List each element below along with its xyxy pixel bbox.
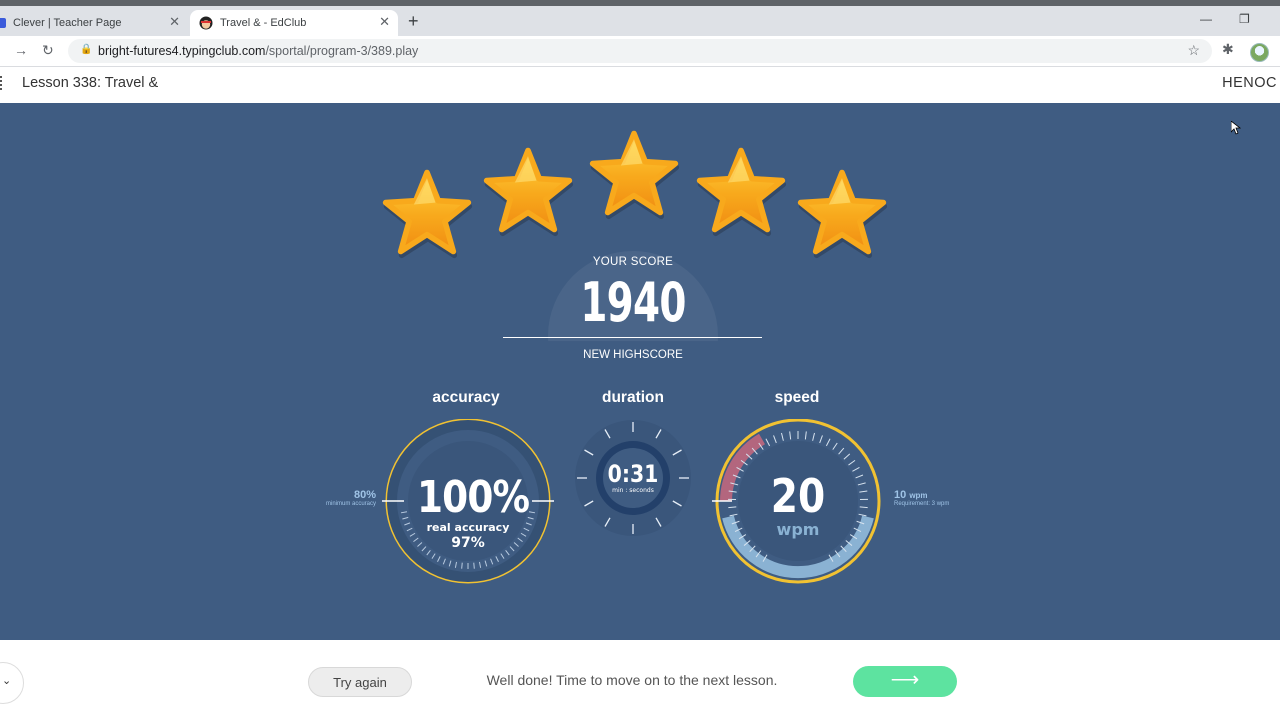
tab-title: Travel & - EdClub [220,17,307,29]
tab-edclub[interactable]: Travel & - EdClub ✕ [190,10,398,36]
score-value: 1940 [580,271,686,334]
tab-bar: Clever | Teacher Page ✕ Travel & - EdClu… [0,6,1280,36]
star-icon [380,165,474,259]
arrow-right-icon: ⟶ [890,669,920,691]
footer-bar: ⌄ Try again Well done! Time to move on t… [0,640,1280,720]
address-row: → ↻ 🔒 bright-futures4.typingclub.com/spo… [0,36,1280,67]
mouse-cursor-icon [1231,121,1241,135]
speed-requirement: 10 wpm Requirement: 3 wpm [894,489,950,507]
try-again-button[interactable]: Try again [308,667,412,697]
results-panel: YOUR SCORE 1940 NEW HIGHSCORE accuracy 1… [0,103,1280,640]
new-highscore-label: NEW HIGHSCORE [583,349,683,361]
tab-clever[interactable]: Clever | Teacher Page ✕ [0,10,188,36]
speed-unit: wpm [776,520,820,539]
reload-icon[interactable]: ↻ [42,42,54,59]
duration-value: 0:31 [607,460,659,488]
duration-title: duration [602,389,664,406]
score-divider [503,337,762,338]
minimize-icon[interactable]: — [1200,12,1212,26]
speed-title: speed [774,389,820,406]
clever-favicon-icon [0,18,6,28]
collapse-button[interactable]: ⌄ [0,662,24,704]
close-tab-icon[interactable]: ✕ [169,14,180,30]
duration-unit: min : seconds [612,487,654,494]
min-accuracy: 80% minimum accuracy [325,489,376,507]
edclub-favicon-icon [199,16,213,30]
menu-dots-icon[interactable] [0,76,4,90]
score-label: YOUR SCORE [592,256,674,268]
star-icon [587,126,681,220]
address-bar[interactable]: 🔒 bright-futures4.typingclub.com/sportal… [68,39,1212,63]
url-text: bright-futures4.typingclub.com/sportal/p… [98,44,419,58]
bookmark-star-icon[interactable]: ☆ [1187,42,1200,59]
accuracy-value: 100% [417,472,530,523]
star-icon [795,165,889,259]
lesson-title: Lesson 338: Travel & [22,75,159,91]
user-name[interactable]: HENOC [1222,75,1277,91]
completion-message: Well done! Time to move on to the next l… [486,672,778,688]
tab-title: Clever | Teacher Page [13,17,122,29]
real-accuracy-label: real accuracy [426,521,510,534]
lock-icon: 🔒 [80,44,93,55]
star-icon [694,143,788,237]
real-accuracy-value: 97% [451,535,485,551]
accuracy-title: accuracy [432,389,500,406]
profile-avatar[interactable] [1250,43,1269,62]
new-tab-icon[interactable]: + [408,11,419,32]
restore-icon[interactable]: ❐ [1239,12,1250,26]
forward-icon[interactable]: → [14,42,28,58]
speed-value: 20 [770,469,826,523]
lesson-header: Lesson 338: Travel & HENOC [0,67,1280,103]
extensions-puzzle-icon[interactable]: ✱ [1222,41,1234,58]
star-icon [481,143,575,237]
gauge-tick [473,562,475,569]
chevron-down-icon: ⌄ [2,675,12,687]
close-tab-icon[interactable]: ✕ [379,14,390,30]
next-lesson-button[interactable]: ⟶ [853,666,957,697]
gauge-tick [461,562,463,569]
